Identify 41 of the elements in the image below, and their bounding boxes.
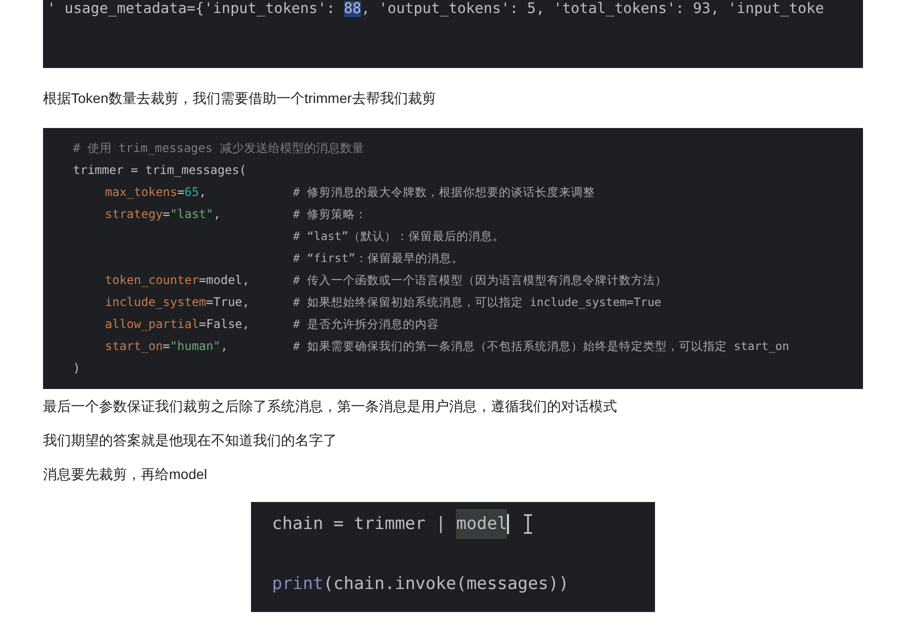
paragraph: 最后一个参数保证我们裁剪之后除了系统消息，第一条消息是用户消息，遵循我们的对话模式 — [43, 397, 618, 416]
code-token: model — [456, 509, 508, 539]
code-comment: # “last”（默认）：保留最后的消息。 — [293, 228, 504, 245]
code-token: , — [198, 185, 206, 199]
code-token: ) — [73, 361, 80, 375]
code-token: trimmer = trim_messages( — [73, 163, 246, 177]
i-beam-cursor-icon — [523, 514, 534, 534]
code-comment: # 传入一个函数或一个语言模型（因为语言模型有消息令牌计数方法） — [293, 272, 667, 289]
code-comment: # 如果想始终保留初始系统消息，可以指定 include_system=True — [293, 294, 662, 311]
code-token: print — [272, 573, 324, 596]
code-token: "human" — [170, 339, 221, 353]
code-token: =False, — [198, 317, 250, 331]
code-token: start_on — [105, 339, 163, 353]
paragraph: 根据Token数量去裁剪，我们需要借助一个trimmer去帮我们裁剪 — [43, 89, 437, 108]
code-token: , — [220, 339, 228, 353]
code-token: =model, — [198, 273, 250, 287]
code-comment: # 修剪消息的最大令牌数，根据你想要的谈话长度来调整 — [293, 184, 595, 201]
code-comment: # “first”：保留最早的消息。 — [293, 250, 464, 267]
code-token: max_tokens — [105, 185, 178, 199]
code-token: , — [213, 207, 221, 221]
code-token: strategy — [105, 207, 163, 221]
code-token: chain = trimmer | — [272, 513, 447, 536]
code-token: 65 — [184, 185, 199, 199]
code-token: ' usage_metadata={'input_tokens': — [47, 1, 336, 17]
code-token: token_counter — [105, 273, 199, 287]
code-token: = — [177, 185, 184, 199]
code-comment: # 如果需要确保我们的第一条消息（不包括系统消息）始终是特定类型，可以指定 start_on — [293, 338, 790, 355]
code-token: include_system — [105, 295, 206, 309]
code-token: 88 — [344, 1, 362, 17]
paragraph: 消息要先裁剪，再给model — [43, 465, 208, 484]
code-token: (chain.invoke(messages)) — [323, 573, 569, 596]
code-token: # 使用 trim_messages 减少发送给模型的消息数量 — [73, 141, 364, 155]
code-token: = — [162, 339, 170, 353]
code-comment: # 是否允许拆分消息的内容 — [293, 316, 439, 333]
code-token: allow_partial — [105, 317, 199, 331]
code-token: = — [162, 207, 170, 221]
code-token: =True, — [206, 295, 250, 309]
code-comment: # 修剪策略： — [293, 206, 367, 223]
paragraph: 我们期望的答案就是他现在不知道我们的名字了 — [43, 431, 338, 450]
code-token: , 'output_tokens': 5, 'total_tokens': 93, 'input_toke — [361, 1, 824, 17]
code-token: "last" — [170, 207, 214, 221]
